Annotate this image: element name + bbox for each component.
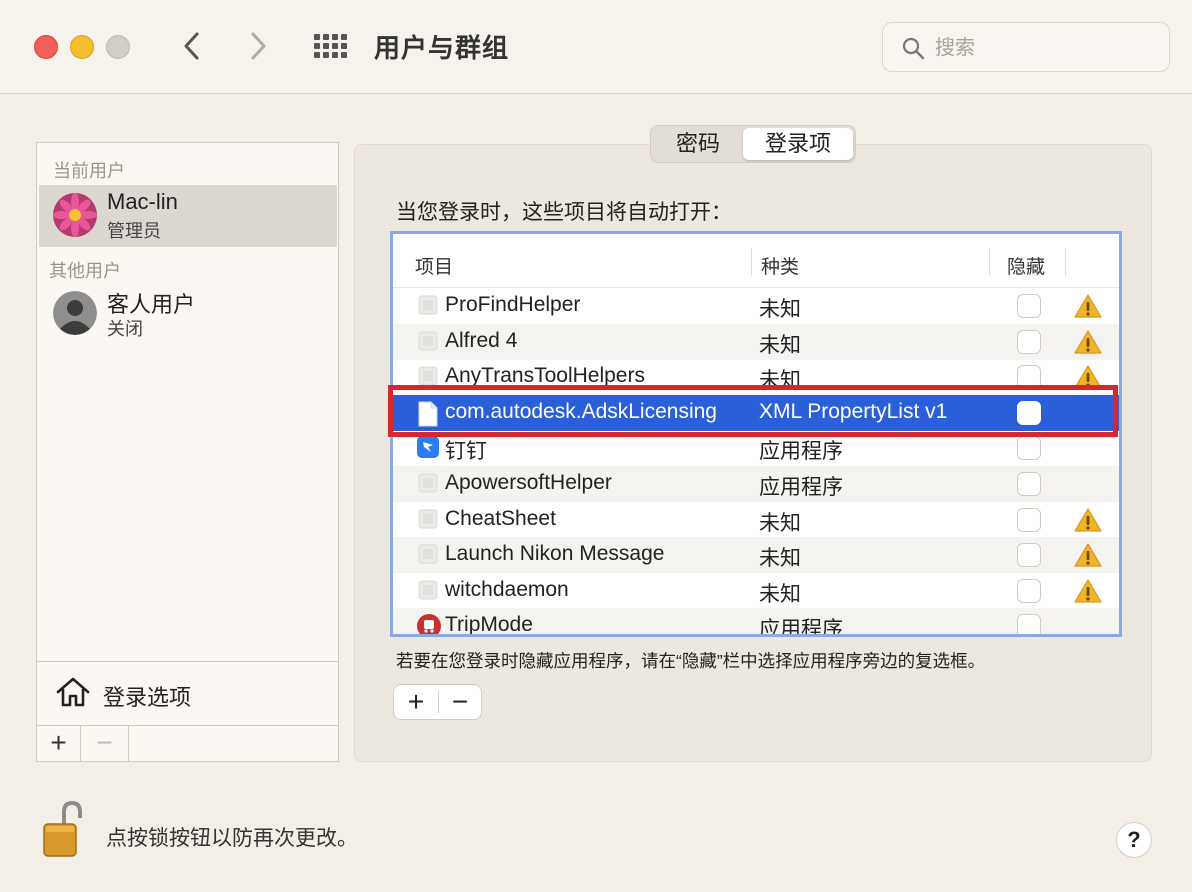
show-all-grid-icon[interactable] (314, 34, 348, 58)
item-name: Launch Nikon Message (445, 542, 665, 566)
generic-app-icon (417, 294, 439, 318)
warning-icon (1073, 578, 1103, 609)
login-items-toolbar: + − (393, 684, 482, 720)
item-kind: 应用程序 (759, 440, 843, 464)
item-kind: 未知 (759, 547, 801, 571)
add-user-button[interactable]: + (37, 726, 81, 762)
hide-checkbox[interactable] (1017, 578, 1041, 603)
item-name: ApowersoftHelper (445, 471, 612, 494)
house-icon (56, 677, 90, 707)
item-name: 钉钉 (445, 440, 487, 464)
other-users-section-label: 其他用户 (49, 261, 121, 281)
table-row[interactable]: ProFindHelper 未知 (393, 288, 1119, 324)
login-options-item[interactable]: 登录选项 (37, 661, 338, 725)
user-role: 关闭 (107, 319, 143, 339)
table-row[interactable]: TripMode 应用程序 (393, 608, 1119, 637)
table-row[interactable]: Alfred 4 未知 (393, 323, 1119, 360)
item-name: witchdaemon (445, 577, 569, 601)
table-row[interactable]: Launch Nikon Message 未知 (393, 537, 1119, 574)
remove-login-item-button[interactable]: − (438, 685, 482, 719)
generic-app-icon (417, 543, 439, 567)
user-name: Mac-lin (107, 189, 178, 214)
users-toolbar: + − (37, 725, 338, 762)
minimize-button[interactable] (70, 35, 94, 59)
table-row[interactable]: ApowersoftHelper 应用程序 (393, 466, 1119, 502)
help-button[interactable]: ? (1116, 822, 1152, 858)
avatar (53, 291, 97, 335)
item-kind: 未知 (759, 582, 801, 606)
user-row-current[interactable]: Mac-lin 管理员 (39, 185, 337, 247)
add-login-item-button[interactable]: + (394, 685, 438, 719)
zoom-button[interactable] (106, 35, 130, 59)
avatar (53, 193, 97, 237)
column-header-hide[interactable]: 隐藏 (1007, 252, 1045, 279)
warning-icon (1073, 542, 1103, 573)
table-row[interactable]: CheatSheet 未知 (393, 502, 1119, 538)
tab-bar: 密码 登录项 (650, 125, 856, 163)
warning-icon (1073, 293, 1103, 324)
item-name: Alfred 4 (445, 328, 518, 352)
column-divider[interactable] (1065, 248, 1066, 276)
generic-app-icon (417, 330, 439, 354)
login-options-label: 登录选项 (103, 685, 192, 710)
hide-checkbox[interactable] (1017, 614, 1041, 634)
hide-hint-text: 若要在您登录时隐藏应用程序，请在“隐藏”栏中选择应用程序旁边的复选框。 (396, 651, 986, 671)
table-header: 项目 种类 隐藏 (393, 234, 1119, 288)
table-row[interactable]: witchdaemon 未知 (393, 573, 1119, 609)
item-kind: 未知 (759, 298, 801, 321)
column-header-kind[interactable]: 种类 (761, 252, 799, 279)
tab-login-items[interactable]: 登录项 (743, 128, 853, 160)
item-kind: 未知 (759, 511, 801, 535)
column-divider[interactable] (751, 248, 752, 276)
item-kind: 应用程序 (759, 618, 843, 637)
item-kind: 未知 (759, 333, 801, 357)
title-bar: 用户与群组 (0, 0, 1192, 94)
search-input[interactable] (935, 33, 1155, 63)
column-divider[interactable] (989, 248, 990, 276)
item-name: CheatSheet (445, 506, 556, 530)
dingtalk-icon (417, 436, 439, 460)
forward-button[interactable] (238, 26, 278, 66)
chevron-left-icon (184, 32, 199, 60)
hide-checkbox[interactable] (1017, 507, 1041, 532)
search-field[interactable] (882, 22, 1170, 72)
tab-password[interactable]: 密码 (653, 128, 743, 160)
user-row-guest[interactable]: 客人用户 关闭 (39, 283, 337, 345)
highlight-outline (388, 385, 1118, 437)
back-button[interactable] (172, 26, 212, 66)
item-kind: 应用程序 (759, 476, 843, 499)
item-name: ProFindHelper (445, 293, 581, 316)
column-header-item[interactable]: 项目 (415, 252, 453, 279)
generic-app-icon (417, 579, 439, 603)
search-icon (902, 37, 925, 60)
users-list-panel: 当前用户 Mac-lin 管理员 其他用户 客人用户 关闭 登录选项 + − (36, 142, 339, 762)
lock-hint-text: 点按锁按钮以防再次更改。 (106, 827, 358, 850)
hide-checkbox[interactable] (1017, 543, 1041, 568)
hide-checkbox[interactable] (1017, 436, 1041, 461)
current-user-section-label: 当前用户 (53, 161, 125, 181)
item-name: TripMode (445, 613, 533, 637)
warning-icon (1073, 329, 1103, 360)
warning-icon (1073, 507, 1103, 538)
tripmode-icon (417, 614, 441, 634)
generic-app-icon (417, 472, 439, 496)
window-title: 用户与群组 (374, 33, 510, 63)
remove-user-button[interactable]: − (81, 726, 129, 762)
lock-icon[interactable] (42, 800, 82, 858)
generic-app-icon (417, 508, 439, 532)
hide-checkbox[interactable] (1017, 329, 1041, 354)
close-button[interactable] (34, 35, 58, 59)
hide-checkbox[interactable] (1017, 294, 1041, 318)
chevron-right-icon (251, 32, 266, 60)
hide-checkbox[interactable] (1017, 472, 1041, 496)
login-items-intro: 当您登录时，这些项目将自动打开： (396, 201, 732, 224)
user-role: 管理员 (107, 221, 161, 241)
